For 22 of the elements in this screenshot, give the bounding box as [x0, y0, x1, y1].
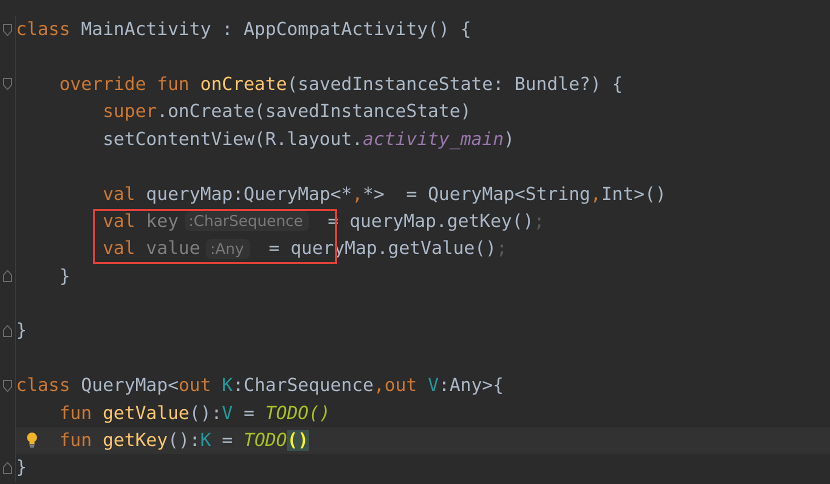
code-text: val value [102, 238, 200, 260]
lightbulb-icon[interactable] [26, 432, 38, 448]
code-text: } [16, 457, 27, 478]
code-text: override fun onCreate(savedInstanceState: Bundle?) { [59, 74, 623, 95]
code-text: fun getKey():K = TODO() [59, 430, 309, 452]
code-text: super.onCreate(savedInstanceState) [102, 101, 472, 122]
fold-marker-icon[interactable] [3, 324, 12, 337]
fold-marker-icon[interactable] [3, 270, 12, 282]
code-text: } [59, 266, 70, 287]
fold-marker-icon[interactable] [3, 462, 12, 474]
code-text: val queryMap:QueryMap<*,*> = QueryMap<String,Int>() [102, 184, 666, 205]
code-text: } [16, 320, 27, 342]
fold-marker-icon[interactable] [3, 380, 12, 392]
code-text: val key [102, 210, 179, 232]
code-text: fun getValue():V = TODO() [59, 402, 330, 424]
fold-marker-icon[interactable] [3, 24, 12, 36]
code-text: class QueryMap<out K:CharSequence,out V:Any>{ [16, 375, 504, 396]
code-text: class MainActivity : AppCompatActivity() { [16, 19, 472, 40]
code-text: setContentView(R.layout.activity_main) [102, 128, 515, 150]
inlay-type-hint: :Any [206, 238, 250, 259]
inlay-type-hint: :CharSequence [184, 211, 309, 232]
fold-marker-icon[interactable] [3, 78, 12, 90]
